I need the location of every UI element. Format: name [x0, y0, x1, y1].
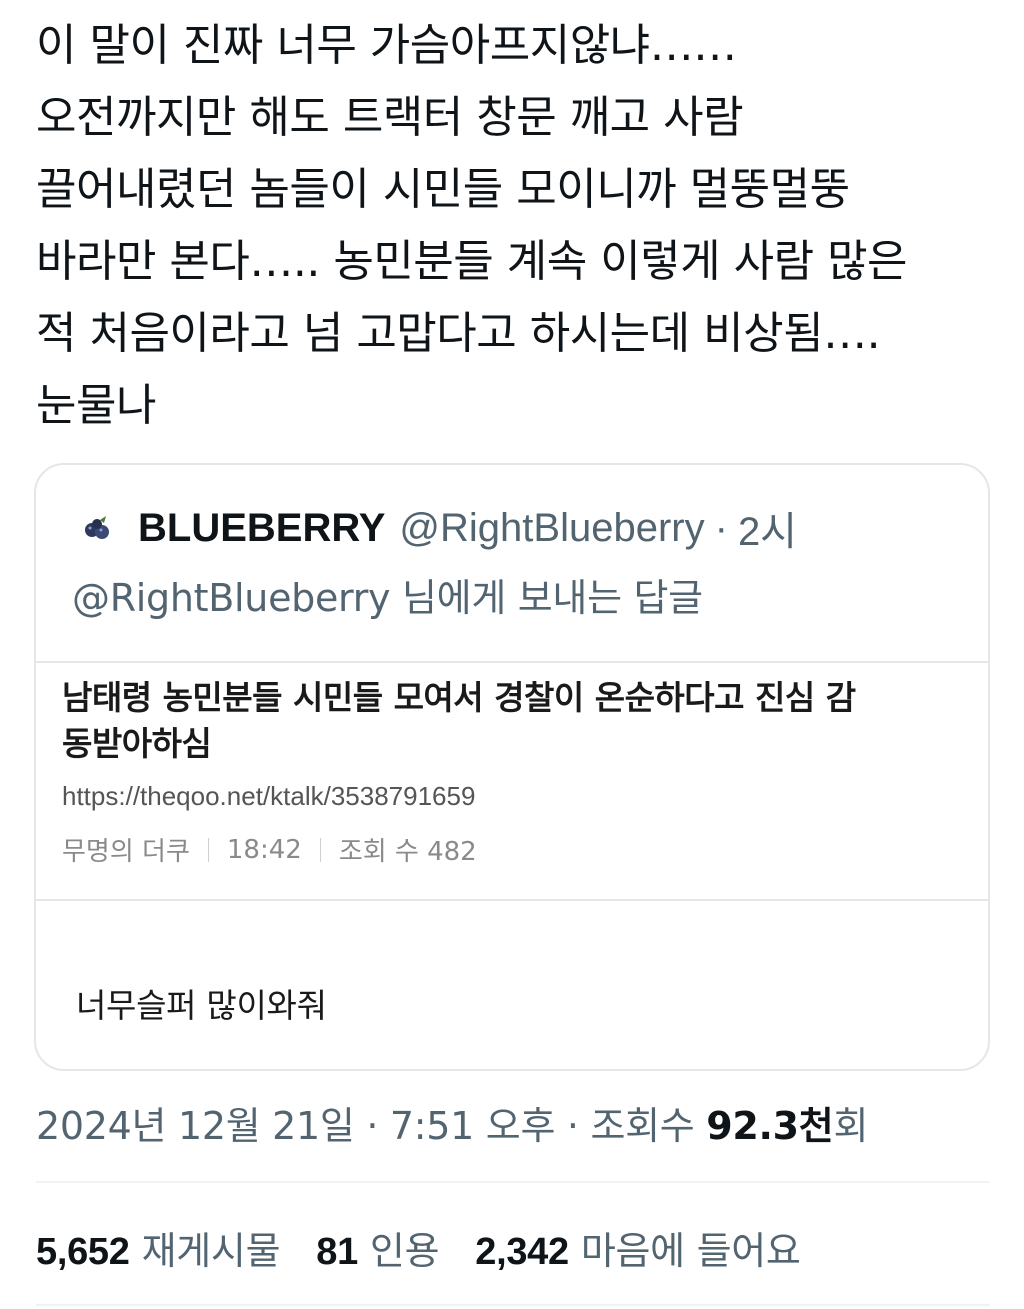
link-preview-title-line: 동받아하심 — [62, 724, 212, 763]
tweet-text-line: 끌어내렸던 놈들이 시민들 모이니까 멀뚱멀뚱 — [36, 164, 850, 215]
like-count: 2,342 — [475, 1231, 569, 1273]
quote-stat[interactable]: 81 인용 — [316, 1220, 439, 1275]
quoted-tweet-time[interactable]: 2시 — [738, 499, 797, 557]
meta-divider — [319, 837, 321, 862]
link-preview-views: 조회 수 482 — [338, 837, 477, 867]
tweet-text-line: 적 처음이라고 넘 고맙다고 하시는데 비상됨…. — [36, 308, 881, 359]
reply-to-label: @RightBlueberry 님에게 보내는 답글 — [72, 576, 703, 620]
tweet-timestamp: 2024년 12월 21일 · 7:51 오후 · 조회수 92.3천회 — [36, 1095, 868, 1150]
link-preview-url: https://theqoo.net/ktalk/3538791659 — [62, 781, 476, 811]
tweet-text-line: 이 말이 진짜 너무 가슴아프지않냐…… — [36, 20, 737, 71]
link-preview-meta: 무명의 더쿠 18:42 조회 수 482 — [62, 831, 477, 868]
link-preview-time: 18:42 — [226, 834, 302, 865]
retweet-count: 5,652 — [36, 1231, 130, 1273]
timestamp-text[interactable]: 2024년 12월 21일 · 7:51 오후 · 조회수 — [36, 1104, 695, 1148]
quoted-tweet-card[interactable]: BLUEBERRY @RightBlueberry · 2시 @RightBlu… — [34, 463, 990, 1071]
like-label: 마음에 들어요 — [580, 1229, 801, 1273]
like-stat[interactable]: 2,342 마음에 들어요 — [475, 1220, 801, 1275]
separator-dot: · — [714, 505, 728, 550]
tweet-text: 이 말이 진짜 너무 가슴아프지않냐…… 오전까지만 해도 트랙터 창문 깨고 … — [36, 10, 996, 442]
quote-label: 인용 — [369, 1229, 440, 1273]
tweet-text-line: 오전까지만 해도 트랙터 창문 깨고 사람 — [36, 92, 744, 143]
quoted-tweet-body: 너무슬퍼 많이와줘 — [76, 986, 327, 1025]
engagement-stats: 5,652 재게시물 81 인용 2,342 마음에 들어요 — [36, 1220, 837, 1275]
quoted-author-handle[interactable]: @RightBlueberry — [399, 506, 704, 551]
quoted-author-name[interactable]: BLUEBERRY — [138, 506, 385, 551]
meta-divider — [207, 837, 209, 862]
link-preview-title-line: 남태령 농민분들 시민들 모여서 경찰이 온순하다고 진심 감 — [62, 678, 856, 717]
link-preview-title: 남태령 농민분들 시민들 모여서 경찰이 온순하다고 진심 감 동받아하심 — [62, 675, 962, 767]
retweet-label: 재게시물 — [141, 1229, 281, 1273]
view-count-suffix: 회 — [833, 1104, 869, 1148]
blueberry-icon[interactable] — [80, 510, 116, 546]
view-count: 92.3천 — [706, 1104, 834, 1148]
divider — [36, 1181, 990, 1183]
quoted-tweet-header: BLUEBERRY @RightBlueberry · 2시 — [80, 499, 797, 557]
link-preview-author: 무명의 더쿠 — [62, 837, 190, 867]
tweet-text-line: 눈물나 — [36, 380, 156, 431]
divider — [36, 1304, 990, 1306]
quote-count: 81 — [316, 1231, 358, 1273]
tweet-text-line: 바라만 본다….. 농민분들 계속 이렇게 사람 많은 — [36, 236, 908, 287]
link-preview-card[interactable]: 남태령 농민분들 시민들 모여서 경찰이 온순하다고 진심 감 동받아하심 ht… — [36, 661, 988, 901]
retweet-stat[interactable]: 5,652 재게시물 — [36, 1220, 281, 1275]
